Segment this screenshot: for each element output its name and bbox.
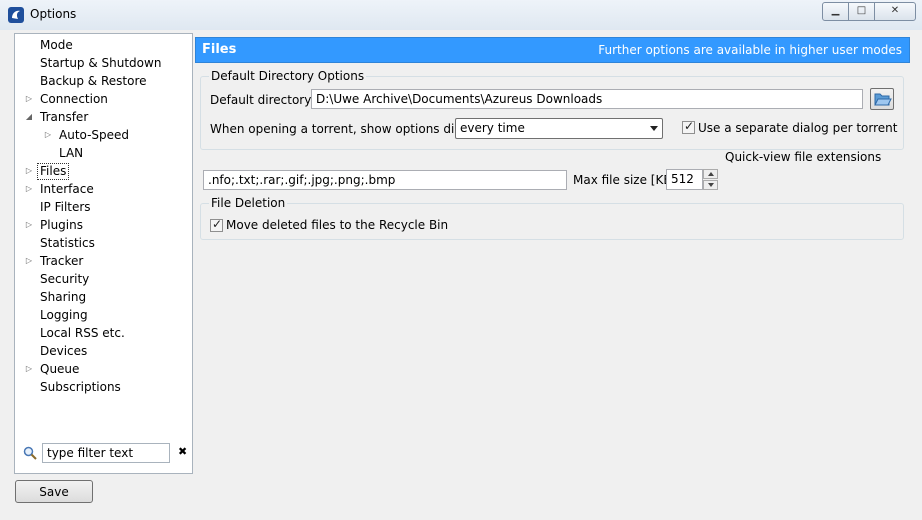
group-title: File Deletion [209,196,288,210]
save-button[interactable]: Save [15,480,93,503]
default-directory-group: Default Directory Options Default direct… [200,69,904,150]
checkmark-icon: ✓ [684,119,695,133]
separate-dialog-label: Use a separate dialog per torrent [698,121,898,135]
collapsed-arrow-icon[interactable]: ▷ [24,90,34,108]
browse-button[interactable] [870,88,894,110]
show-dialog-label: When opening a torrent, show options dia… [210,122,485,136]
chevron-down-icon [650,126,658,131]
sidebar-item-statistics[interactable]: Statistics [15,234,190,252]
sidebar-item-tracker[interactable]: ▷ Tracker [15,252,190,270]
max-file-size-label: Max file size [KB] [573,173,677,187]
sidebar-item-sharing[interactable]: Sharing [15,288,190,306]
sidebar-item-label: Connection [40,92,108,106]
sidebar-item-transfer[interactable]: ◢ Transfer [15,108,190,126]
sidebar-item-label: Backup & Restore [40,74,147,88]
sidebar-item-label: Security [40,272,90,286]
sidebar-item-label: Sharing [40,290,87,304]
checkmark-icon: ✓ [212,217,223,231]
show-dialog-select[interactable]: every time [455,118,663,139]
sidebar-item-plugins[interactable]: ▷ Plugins [15,216,190,234]
collapsed-arrow-icon[interactable]: ▷ [24,180,34,198]
clear-icon[interactable]: ✖ [178,445,187,458]
window-controls: ▁ □ ✕ [822,2,916,21]
user-mode-note: Further options are available in higher … [598,43,902,57]
options-tree: Mode Startup & Shutdown Backup & Restore ▷ C… [14,33,193,474]
sidebar-item-label: Plugins [40,218,83,232]
sidebar-item-mode[interactable]: Mode [15,36,190,54]
sidebar-item-label: Tracker [40,254,84,268]
recycle-bin-checkbox[interactable]: ✓ [210,217,223,232]
sidebar-item-security[interactable]: Security [15,270,190,288]
sidebar-item-startup-shutdown[interactable]: Startup & Shutdown [15,54,190,72]
sidebar-item-backup-restore[interactable]: Backup & Restore [15,72,190,90]
sidebar-item-label: Local RSS etc. [40,326,125,340]
sidebar-item-label: Interface [40,182,94,196]
collapsed-arrow-icon[interactable]: ▷ [24,360,34,378]
spin-up-icon[interactable] [703,169,718,179]
expanded-arrow-icon[interactable]: ◢ [24,108,34,126]
section-title: Files [202,42,237,57]
collapsed-arrow-icon[interactable]: ▷ [24,252,34,270]
sidebar-item-label: Transfer [40,110,89,124]
collapsed-arrow-icon[interactable]: ▷ [43,126,53,144]
sidebar-item-auto-speed[interactable]: ▷ Auto-Speed [15,126,190,144]
folder-open-icon [874,93,892,106]
sidebar-item-label: LAN [59,146,84,160]
sidebar-item-label: Logging [40,308,88,322]
collapsed-arrow-icon[interactable]: ▷ [24,162,34,180]
sidebar-item-interface[interactable]: ▷ Interface [15,180,190,198]
sidebar-item-local-rss-etc[interactable]: Local RSS etc. [15,324,190,342]
sidebar-item-label: Mode [40,38,73,52]
quickview-title: Quick-view file extensions [725,150,882,164]
azureus-frog-icon [8,7,24,23]
sidebar-item-label: Devices [40,344,88,358]
window-title: Options [30,7,77,21]
sidebar-item-ip-filters[interactable]: IP Filters [15,198,190,216]
recycle-bin-label: Move deleted files to the Recycle Bin [226,218,449,232]
sidebar-item-devices[interactable]: Devices [15,342,190,360]
show-dialog-value: every time [460,121,525,135]
maximize-button[interactable]: □ [848,2,875,21]
sidebar-item-label: Auto-Speed [59,128,130,142]
title-bar: Options ▁ □ ✕ [0,0,922,30]
quickview-extensions-input[interactable] [203,170,567,190]
group-title: Default Directory Options [209,69,367,83]
sidebar-item-subscriptions[interactable]: Subscriptions [15,378,190,396]
spin-down-icon[interactable] [703,180,718,190]
sidebar-item-label: Startup & Shutdown [40,56,162,70]
tree-filter: ✖ [20,443,188,467]
magnifier-icon [23,446,37,460]
sidebar-item-label: Subscriptions [40,380,121,394]
sidebar-item-label: IP Filters [40,200,91,214]
sidebar-item-files[interactable]: ▷ Files [15,162,190,180]
filter-input[interactable] [42,443,170,463]
max-file-size-spinner[interactable]: 512 [666,169,718,190]
sidebar-item-label: Statistics [40,236,95,250]
minimize-button[interactable]: ▁ [822,2,849,21]
collapsed-arrow-icon[interactable]: ▷ [24,216,34,234]
sidebar-item-connection[interactable]: ▷ Connection [15,90,190,108]
sidebar-item-logging[interactable]: Logging [15,306,190,324]
file-deletion-group: File Deletion ✓ Move deleted files to th… [200,196,904,240]
sidebar-item-lan[interactable]: LAN [15,144,190,162]
sidebar-item-label: Files [37,163,70,180]
default-directory-label: Default directory: [210,93,315,107]
default-directory-input[interactable] [311,89,863,109]
spinner-buttons [703,169,718,190]
close-button[interactable]: ✕ [874,2,916,21]
max-file-size-value[interactable]: 512 [666,169,703,190]
section-header: Files Further options are available in h… [195,37,910,63]
separate-dialog-checkbox[interactable]: ✓ [682,119,695,134]
sidebar-item-label: Queue [40,362,80,376]
sidebar-item-queue[interactable]: ▷ Queue [15,360,190,378]
